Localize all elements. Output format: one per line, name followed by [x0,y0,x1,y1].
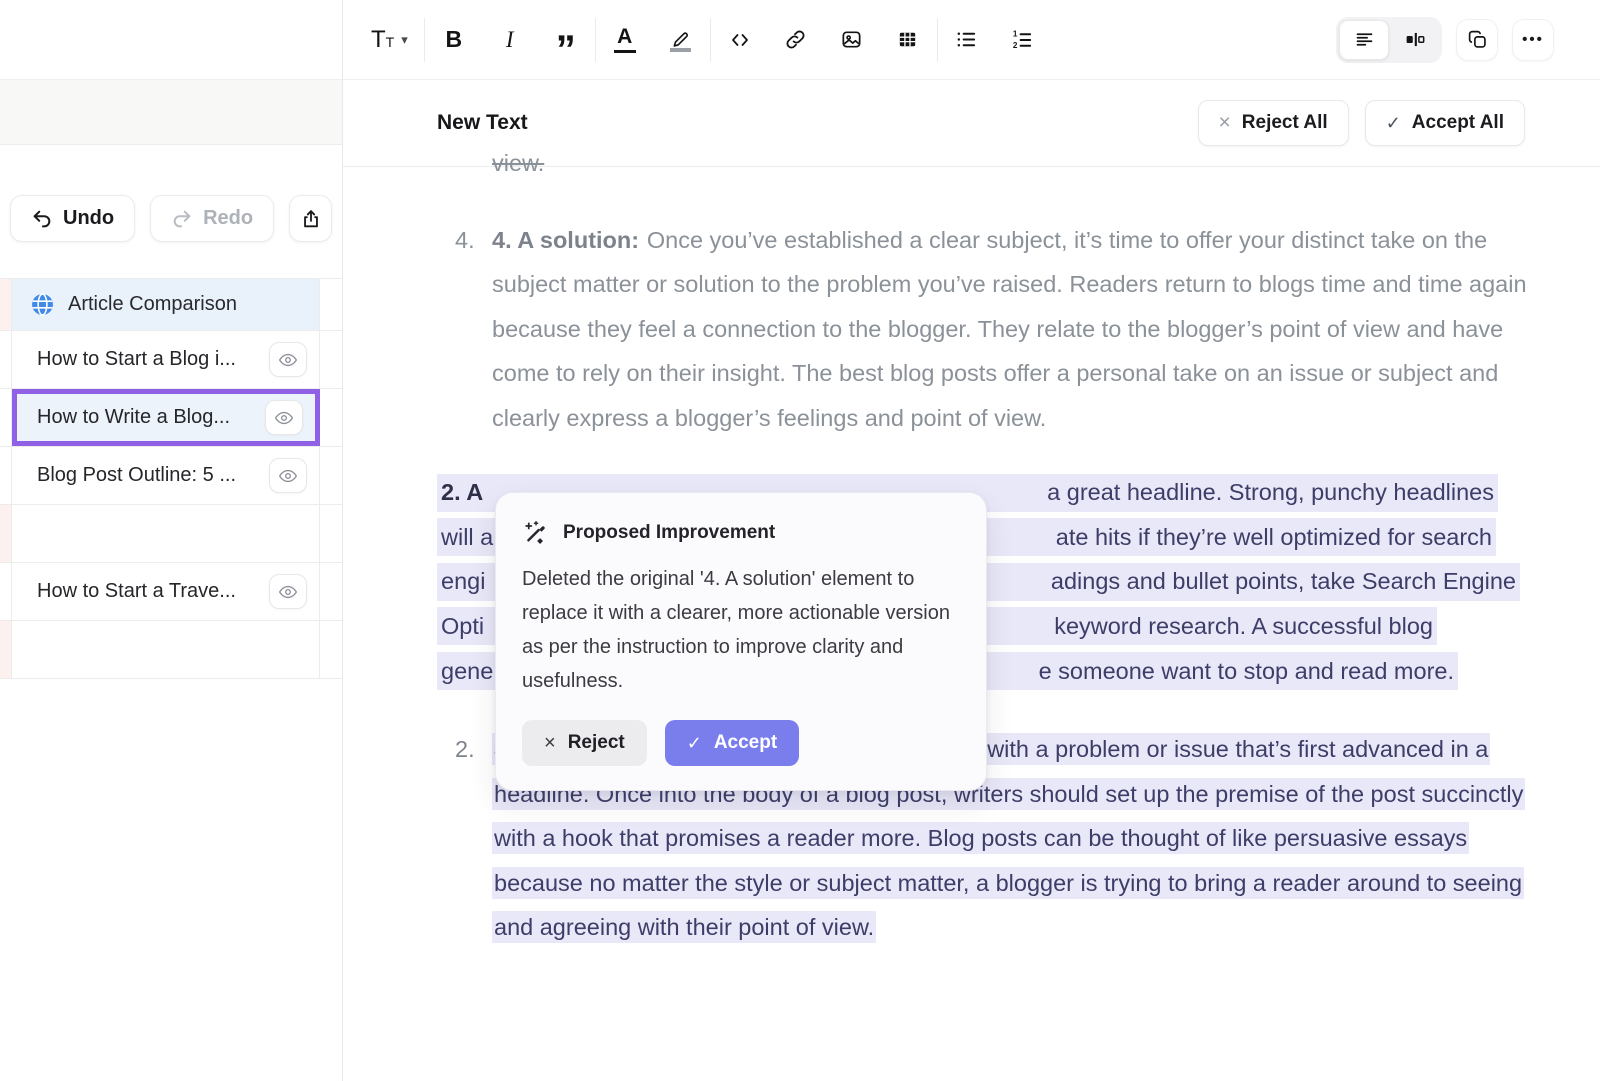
text-color-button[interactable]: A [612,20,638,60]
link-button[interactable] [783,20,809,60]
more-options-button[interactable]: ••• [1512,19,1554,61]
popup-description: Deleted the original '4. A solution' ele… [522,562,960,698]
row-sliver [0,389,12,446]
app-root: Undo Redo [0,0,1600,1081]
row-sliver [0,563,12,620]
sidebar-item-empty[interactable] [0,505,342,563]
magic-wand-icon [522,519,549,546]
popup-title: Proposed Improvement [563,522,775,544]
toolbar-divider [595,18,596,62]
document-list-title: Article Comparison [68,293,237,316]
blockquote-button[interactable]: ” [553,20,579,60]
sidebar-item-how-to-start-a-blog[interactable]: How to Start a Blog i... [0,331,342,389]
undo-button[interactable]: Undo [10,195,135,242]
preview-eye-button[interactable] [269,574,307,609]
sidebar-top-spacer [0,0,342,80]
deleted-item-lead: 4. A solution: [492,227,639,253]
sidebar-band [0,80,342,145]
preview-eye-button[interactable] [269,342,307,377]
accept-all-button[interactable]: ✓ Accept All [1365,100,1525,146]
check-icon: ✓ [687,733,702,754]
sidebar-actions: Undo Redo [0,195,342,242]
code-button[interactable] [727,20,753,60]
proposed-improvement-popup: Proposed Improvement Deleted the origina… [495,492,987,791]
view-mode-toggle [1336,17,1442,63]
sidebar-item-empty[interactable] [0,621,342,679]
list-marker: 2. [437,727,492,950]
export-button[interactable] [289,195,332,242]
document-list: Article Comparison How to Start a Blog i… [0,278,342,679]
toolbar-divider [937,18,938,62]
table-button[interactable] [895,20,921,60]
share-icon [300,208,322,230]
undo-icon [31,208,53,230]
redo-label: Redo [203,207,253,230]
check-icon: ✓ [1386,113,1401,134]
redo-icon [171,208,193,230]
italic-button[interactable]: I [497,20,523,60]
editor-main: TT ▾ B I ” A [343,0,1600,1081]
svg-text:2: 2 [1013,41,1018,50]
preview-eye-button[interactable] [269,458,307,493]
toolbar-divider [710,18,711,62]
deleted-text-fragment: view. [492,141,544,186]
deleted-list-item: 4. 4. A solution:Once you’ve established… [437,218,1600,441]
document-view-option[interactable] [1339,20,1389,60]
row-sliver [0,331,12,388]
redo-button[interactable]: Redo [150,195,274,242]
preview-eye-button[interactable] [265,400,303,435]
globe-icon [30,292,55,317]
reject-button[interactable]: × Reject [522,720,647,766]
bold-button[interactable]: B [441,20,467,60]
toolbar-divider [424,18,425,62]
highlight-button[interactable] [668,20,694,60]
document-list-header[interactable]: Article Comparison [0,279,342,331]
image-button[interactable] [839,20,865,60]
numbered-list-button[interactable]: 1 2 [1010,20,1036,60]
row-sliver [0,447,12,504]
sidebar: Undo Redo [0,0,343,1081]
bullet-list-button[interactable] [954,20,980,60]
close-icon: × [1219,111,1231,135]
sidebar-item-how-to-write-a-blog[interactable]: How to Write a Blog... [0,389,342,447]
chevron-down-icon: ▾ [401,32,408,48]
row-sliver [0,621,12,678]
sidebar-item-blog-post-outline[interactable]: Blog Post Outline: 5 ... [0,447,342,505]
row-sliver [0,505,12,562]
close-icon: × [544,732,556,755]
reject-all-button[interactable]: × Reject All [1198,100,1349,146]
compare-view-option[interactable] [1389,20,1439,60]
page-title: New Text [437,111,528,135]
undo-label: Undo [63,207,114,230]
list-marker: 4. [437,218,492,441]
sidebar-item-how-to-start-a-travel-blog[interactable]: How to Start a Trave... [0,563,342,621]
text-style-button[interactable]: TT ▾ [371,20,408,60]
svg-text:1: 1 [1013,30,1018,39]
accept-button[interactable]: ✓ Accept [665,720,799,766]
ellipsis-icon: ••• [1522,31,1544,48]
row-sliver [0,279,12,330]
deleted-item-text: Once you’ve established a clear subject,… [492,227,1527,431]
copy-button[interactable] [1456,19,1498,61]
format-toolbar: TT ▾ B I ” A [343,0,1600,80]
